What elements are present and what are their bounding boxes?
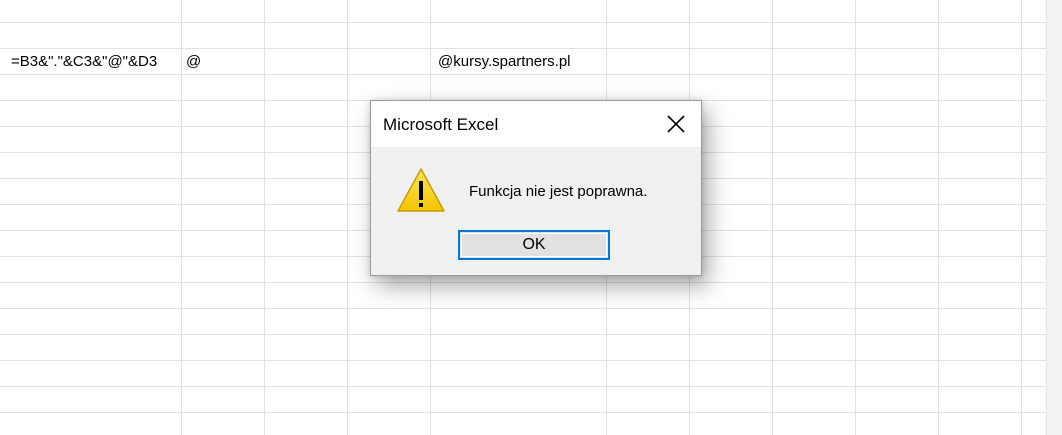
gridline <box>347 0 348 435</box>
gridline <box>0 412 1046 413</box>
gridline <box>264 0 265 435</box>
close-icon <box>667 115 685 133</box>
dialog-message: Funkcja nie jest poprawna. <box>469 183 648 200</box>
gridline <box>0 48 1046 49</box>
gridline <box>0 334 1046 335</box>
dialog-titlebar[interactable]: Microsoft Excel <box>371 101 701 147</box>
dialog-title: Microsoft Excel <box>383 115 499 134</box>
gridline <box>938 0 939 435</box>
gridline <box>1021 0 1022 435</box>
cell-domain[interactable]: @kursy.spartners.pl <box>438 52 571 72</box>
gridline <box>0 22 1046 23</box>
gridline <box>0 282 1046 283</box>
vertical-scrollbar[interactable] <box>1046 0 1062 435</box>
error-dialog: Microsoft Excel Funkcja nie jest poprawn… <box>370 100 702 276</box>
close-button[interactable] <box>659 109 693 139</box>
gridline <box>772 0 773 435</box>
gridline <box>181 0 182 435</box>
dialog-body: Funkcja nie jest poprawna. OK <box>371 147 701 275</box>
gridline <box>0 360 1046 361</box>
cell-at-sign[interactable]: @ <box>186 52 201 72</box>
gridline <box>855 0 856 435</box>
warning-icon <box>397 168 445 212</box>
cell-formula-text[interactable]: =B3&"."&C3&"@"&D3 <box>11 52 157 72</box>
gridline <box>0 308 1046 309</box>
gridline <box>0 74 1046 75</box>
gridline <box>0 386 1046 387</box>
ok-button[interactable]: OK <box>458 230 610 260</box>
